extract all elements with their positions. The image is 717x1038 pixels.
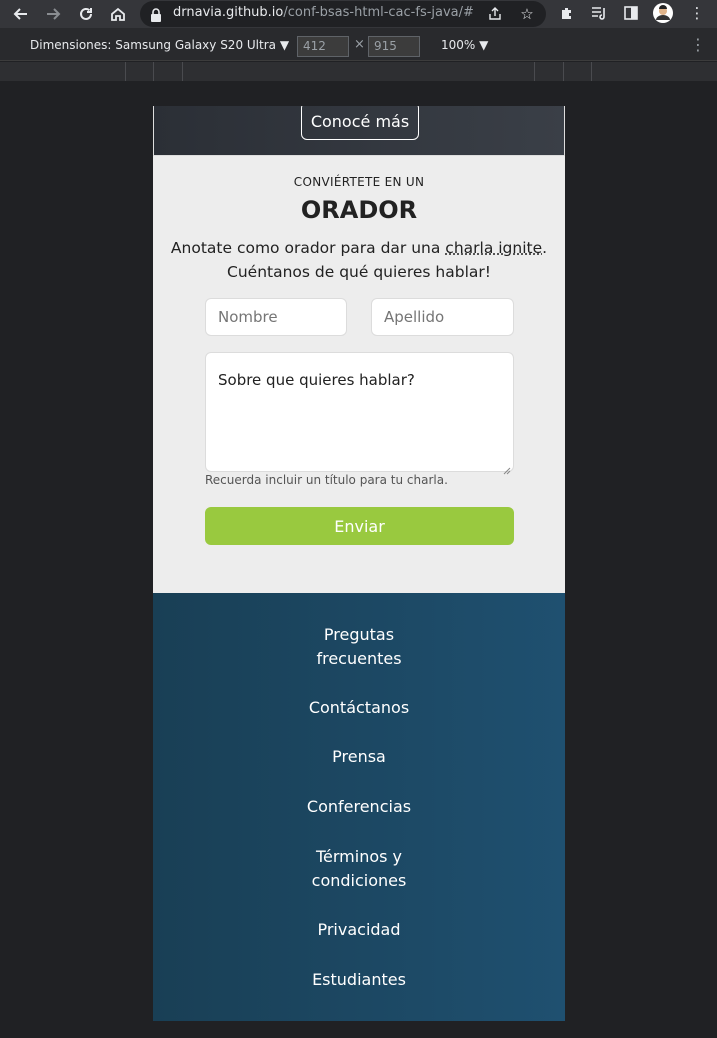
hero-section: Conocé más	[153, 106, 565, 156]
footer-link-terms[interactable]: Términos y condiciones	[153, 845, 565, 893]
topic-textarea[interactable]: Sobre que quieres hablar?	[205, 352, 514, 475]
forward-icon[interactable]	[41, 2, 65, 26]
topic-placeholder: Sobre que quieres hablar?	[218, 371, 415, 389]
viewport-width-input[interactable]: 412	[297, 36, 349, 57]
media-queue-icon[interactable]	[589, 3, 609, 23]
ruler-segment[interactable]	[534, 62, 535, 81]
lock-icon	[150, 7, 162, 26]
first-name-input[interactable]	[205, 298, 347, 336]
footer-link-faq[interactable]: Pregutas frecuentes	[153, 623, 565, 671]
ignite-abbr: charla ignite	[445, 239, 543, 257]
url-text: drnavia.github.io/conf-bsas-html-cac-fs-…	[173, 5, 474, 20]
ruler-segment[interactable]	[563, 62, 564, 81]
device-select[interactable]: Dimensiones: Samsung Galaxy S20 Ultra ▼	[30, 38, 289, 52]
share-icon[interactable]	[485, 4, 505, 24]
last-name-input[interactable]	[371, 298, 514, 336]
media-query-ruler	[0, 62, 717, 81]
bookmark-star-icon[interactable]: ☆	[517, 4, 537, 24]
site-footer: Pregutas frecuentes Contáctanos Prensa Co…	[153, 593, 565, 1021]
submit-button[interactable]: Enviar	[205, 507, 514, 545]
footer-link-privacy[interactable]: Privacidad	[153, 918, 565, 942]
dropdown-arrow-icon: ▼	[479, 38, 489, 52]
footer-link-conferences[interactable]: Conferencias	[153, 795, 565, 819]
ruler-segment[interactable]	[182, 62, 183, 81]
viewport-height-input[interactable]: 915	[368, 36, 420, 57]
page-viewport: Conocé más CONVIÉRTETE EN UN ORADOR Anot…	[153, 106, 565, 1021]
footer-link-students[interactable]: Estudiantes	[153, 968, 565, 992]
topic-hint: Recuerda incluir un título para tu charl…	[205, 473, 448, 487]
side-panel-icon[interactable]	[621, 3, 641, 23]
more-options-icon[interactable]: ⋮	[690, 35, 706, 54]
back-icon[interactable]	[9, 2, 33, 26]
footer-link-contact[interactable]: Contáctanos	[153, 696, 565, 720]
dropdown-arrow-icon: ▼	[279, 38, 290, 52]
section-eyebrow: CONVIÉRTETE EN UN	[293, 175, 425, 189]
ruler-segment[interactable]	[153, 62, 154, 81]
address-bar[interactable]: drnavia.github.io/conf-bsas-html-cac-fs-…	[140, 1, 546, 27]
device-toolbar: Dimensiones: Samsung Galaxy S20 Ultra ▼ …	[0, 28, 717, 61]
dimension-separator: ×	[354, 37, 365, 52]
resize-handle-icon[interactable]	[503, 461, 511, 475]
browser-toolbar: drnavia.github.io/conf-bsas-html-cac-fs-…	[0, 0, 717, 28]
ruler-segment[interactable]	[125, 62, 126, 81]
reload-icon[interactable]	[74, 2, 98, 26]
home-icon[interactable]	[106, 2, 130, 26]
speaker-form-section: CONVIÉRTETE EN UN ORADOR Anotate como or…	[153, 156, 565, 593]
ruler-segment[interactable]	[591, 62, 592, 81]
section-title: ORADOR	[300, 196, 418, 224]
extensions-icon[interactable]	[557, 3, 577, 23]
learn-more-button[interactable]: Conocé más	[301, 106, 419, 140]
section-lead: Anotate como orador para dar una charla …	[170, 239, 548, 281]
zoom-select[interactable]: 100% ▼	[441, 38, 488, 52]
footer-link-press[interactable]: Prensa	[153, 745, 565, 769]
profile-avatar-icon[interactable]	[653, 3, 673, 23]
chrome-menu-icon[interactable]: ⋮	[687, 3, 707, 23]
